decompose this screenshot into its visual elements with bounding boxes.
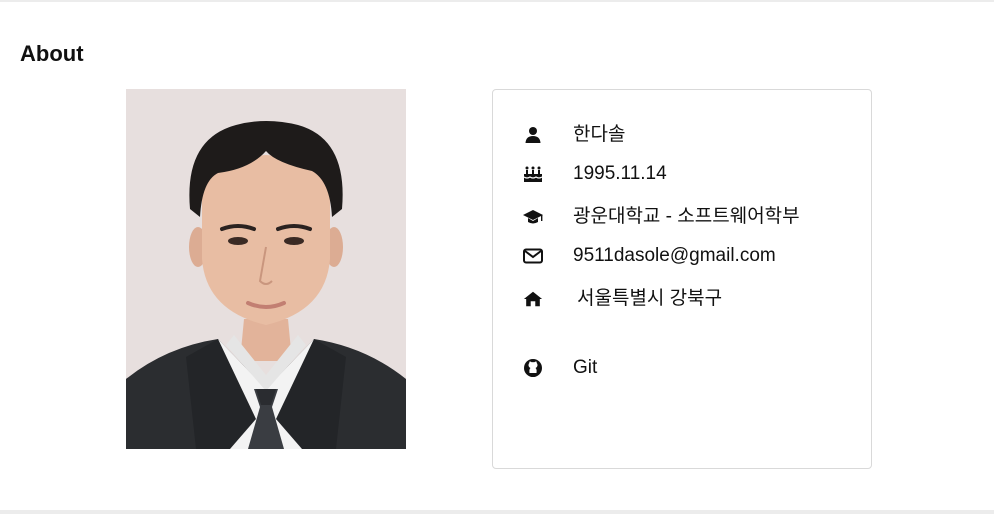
envelope-icon (523, 246, 543, 266)
github-icon (523, 358, 543, 378)
git-link[interactable]: Git (573, 357, 597, 379)
profile-education: 광운대학교 - 소프트웨어학부 (573, 206, 800, 227)
profile-row-education: 광운대학교 - 소프트웨어학부 (493, 202, 871, 232)
top-divider (0, 0, 994, 2)
birthday-cake-icon (523, 164, 543, 184)
profile-row-git: Git (493, 353, 871, 383)
profile-card: 한다솔 1995.11.14 광운대학교 - 소프트웨어학부 9511dasol… (492, 89, 872, 469)
section-title: About (20, 41, 84, 66)
profile-row-email: 9511dasole@gmail.com (493, 241, 871, 271)
profile-photo (126, 89, 406, 449)
profile-name: 한다솔 (573, 124, 626, 145)
profile-address: 서울특별시 강북구 (577, 288, 723, 309)
profile-email-link[interactable]: 9511dasole@gmail.com (573, 245, 776, 267)
bottom-divider (0, 510, 994, 514)
profile-row-birthday: 1995.11.14 (493, 159, 871, 189)
home-icon (523, 289, 543, 309)
user-icon (523, 125, 543, 145)
profile-row-address: 서울특별시 강북구 (493, 284, 871, 314)
profile-row-name: 한다솔 (493, 120, 871, 150)
profile-birthday: 1995.11.14 (573, 163, 667, 184)
graduation-cap-icon (523, 207, 543, 227)
